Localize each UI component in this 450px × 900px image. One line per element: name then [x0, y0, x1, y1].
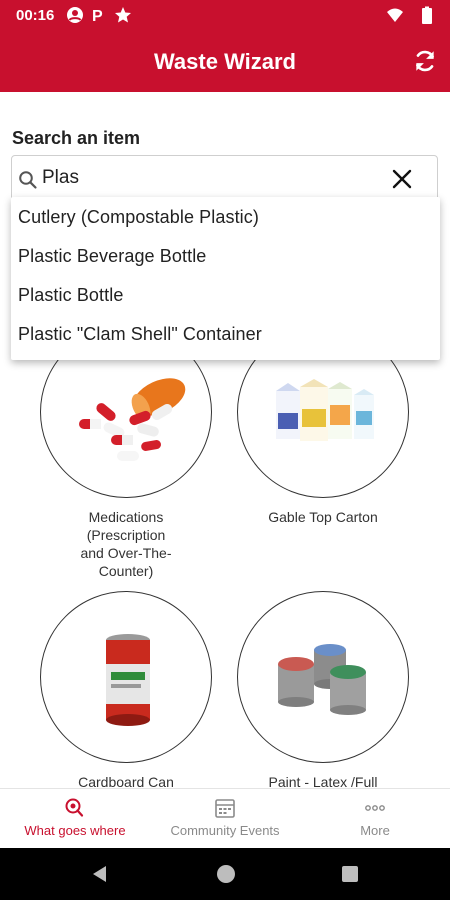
close-icon[interactable] — [391, 168, 413, 190]
suggestion-item[interactable]: Plastic Bottle — [18, 285, 123, 306]
search-suggestions: Cutlery (Compostable Plastic) Plastic Be… — [11, 197, 440, 360]
search-magnifier-icon — [65, 798, 84, 817]
calendar-icon — [215, 799, 235, 818]
suggestion-item[interactable]: Plastic Beverage Bottle — [18, 246, 206, 267]
nav-what-goes-where[interactable]: What goes where — [0, 789, 150, 849]
status-bar: 00:16 P — [0, 0, 450, 32]
search-label: Search an item — [12, 128, 141, 148]
app-bar: Waste Wizard — [0, 32, 450, 92]
item-label-line: Counter) — [98, 563, 154, 579]
home-icon[interactable] — [215, 863, 237, 885]
item-image-circle[interactable] — [40, 591, 212, 763]
nav-more[interactable]: More — [300, 789, 450, 849]
parking-icon: P — [92, 8, 103, 24]
bottom-navigation: What goes where Community Events More — [0, 788, 450, 849]
suggestion-item[interactable]: Cutlery (Compostable Plastic) — [18, 207, 259, 228]
item-label-line: (Prescription — [86, 527, 166, 543]
account-circle-icon — [67, 7, 83, 23]
wifi-icon — [387, 8, 403, 22]
item-label-line: and Over-The- — [80, 545, 172, 561]
more-dots-icon — [365, 805, 385, 811]
nav-community-events[interactable]: Community Events — [150, 789, 300, 849]
search-icon — [19, 171, 37, 189]
item-image-circle[interactable] — [237, 591, 409, 763]
system-navigation-bar — [0, 848, 450, 900]
battery-icon — [422, 6, 432, 24]
search-input[interactable] — [42, 166, 372, 190]
refresh-icon[interactable] — [412, 48, 438, 74]
app-title: Waste Wizard — [153, 49, 296, 74]
search-field[interactable] — [11, 155, 438, 201]
star-icon — [115, 7, 131, 23]
back-icon[interactable] — [90, 864, 110, 884]
item-label: Gable Top Carton — [223, 508, 423, 526]
suggestion-item[interactable]: Plastic "Clam Shell" Container — [18, 324, 262, 345]
item-label: Medications (Prescription and Over-The- … — [26, 508, 226, 580]
nav-label: What goes where — [24, 823, 126, 838]
can-image — [106, 634, 150, 726]
status-time: 00:16 — [16, 7, 55, 24]
recents-icon[interactable] — [341, 865, 359, 883]
item-label-line: Gable Top Carton — [268, 509, 378, 525]
item-label-line: Medications — [88, 509, 164, 525]
nav-label: More — [360, 823, 390, 838]
nav-label: Community Events — [170, 823, 280, 838]
paint-cans-image — [278, 644, 366, 715]
svg-text:P: P — [92, 8, 103, 24]
